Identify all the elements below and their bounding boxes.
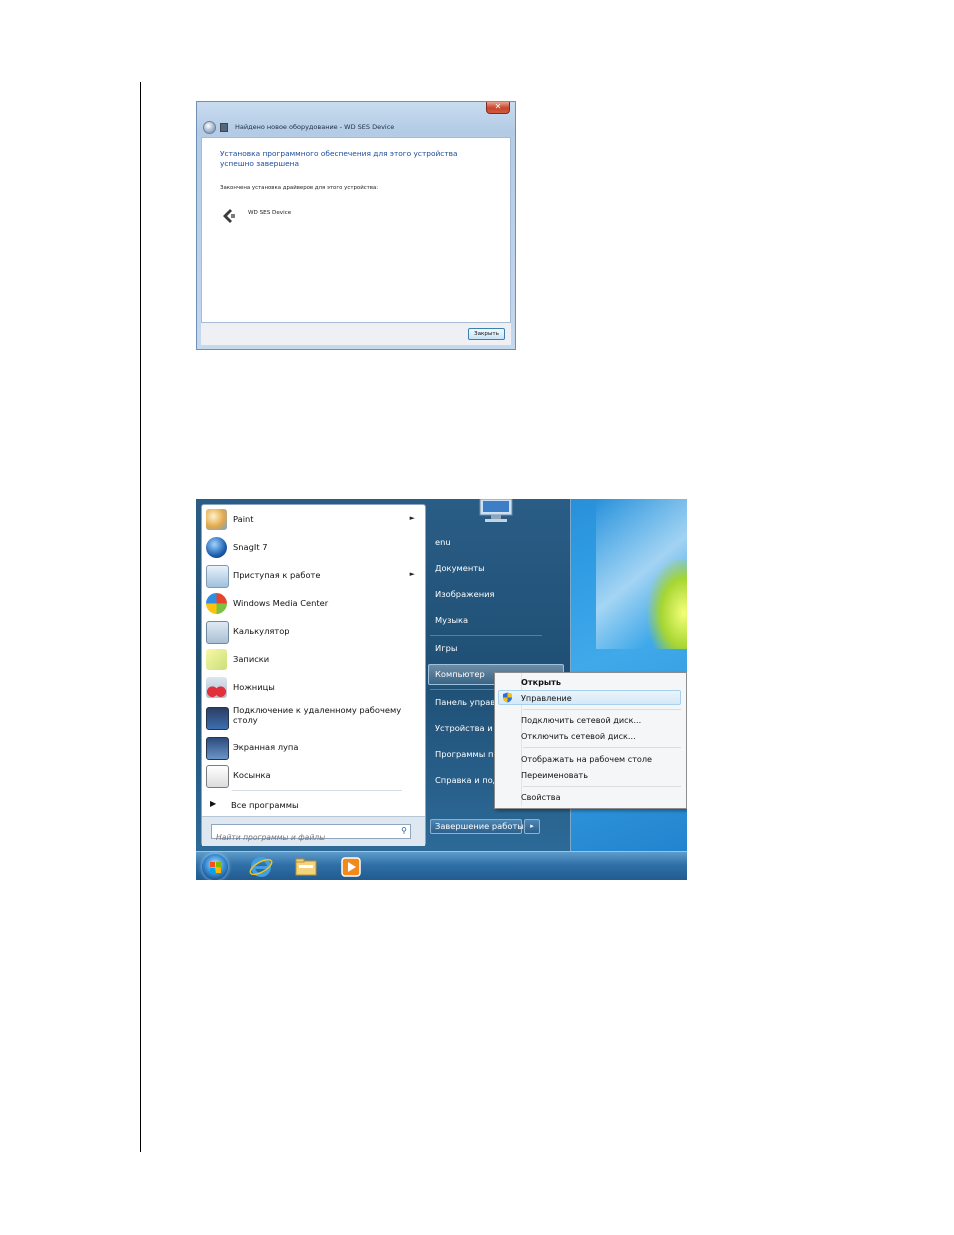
menu-open[interactable]: Открыть — [521, 677, 561, 687]
magnifier-icon — [206, 737, 229, 760]
right-item-user[interactable]: enu — [435, 537, 451, 547]
submenu-arrow-icon: ► — [409, 570, 415, 578]
program-getting-started[interactable]: Приступая к работе ► — [202, 562, 425, 588]
dialog-footer: Закрыть — [201, 323, 511, 345]
window-close-button[interactable]: ✕ — [486, 102, 510, 114]
all-programs-label: Все программы — [231, 800, 299, 810]
computer-context-menu: Открыть Управление Подключить сетевой ди… — [494, 672, 687, 809]
right-item-games[interactable]: Игры — [435, 643, 457, 653]
menu-map-network-drive[interactable]: Подключить сетевой диск... — [521, 715, 641, 725]
program-label: SnagIt 7 — [233, 542, 268, 552]
right-item-devices[interactable]: Устройства и п — [435, 723, 501, 733]
start-orb-icon[interactable] — [202, 854, 228, 880]
taskbar — [196, 851, 687, 880]
program-media-center[interactable]: Windows Media Center — [202, 590, 425, 616]
device-icon — [223, 209, 235, 223]
menu-disconnect-network-drive[interactable]: Отключить сетевой диск... — [521, 731, 636, 741]
internet-explorer-icon[interactable] — [248, 854, 274, 880]
program-solitaire[interactable]: Косынка — [202, 762, 425, 788]
program-label: Windows Media Center — [233, 598, 329, 608]
menu-divider — [523, 747, 681, 748]
program-snagit[interactable]: SnagIt 7 — [202, 534, 425, 560]
getting-started-icon — [206, 565, 229, 588]
program-calculator[interactable]: Калькулятор — [202, 618, 425, 644]
search-area: ⚲ — [202, 816, 425, 846]
device-name: WD SES Device — [248, 210, 292, 216]
page-margin-rule — [140, 82, 141, 1152]
wallpaper-flower — [648, 559, 687, 649]
menu-manage[interactable]: Управление — [521, 693, 572, 703]
install-success-heading: Установка программного обеспечения для э… — [220, 149, 458, 168]
program-label: Paint — [233, 514, 254, 524]
program-label: Калькулятор — [233, 626, 290, 636]
back-arrow-icon[interactable] — [203, 121, 216, 134]
right-item-pictures[interactable]: Изображения — [435, 589, 495, 599]
shutdown-options-button[interactable]: ▸ — [524, 819, 540, 834]
menu-show-on-desktop[interactable]: Отображать на рабочем столе — [521, 754, 652, 764]
media-player-icon[interactable] — [338, 854, 364, 880]
menu-properties[interactable]: Свойства — [521, 792, 561, 802]
calculator-icon — [206, 621, 229, 644]
divider — [232, 790, 402, 791]
sticky-notes-icon — [206, 649, 227, 670]
program-sticky-notes[interactable]: Записки — [202, 646, 425, 672]
play-triangle-icon: ▶ — [210, 799, 217, 808]
program-label: Косынка — [233, 770, 271, 780]
close-dialog-button[interactable]: Закрыть — [468, 328, 505, 340]
right-item-help[interactable]: Справка и под — [435, 775, 498, 785]
programs-pane: Paint ► SnagIt 7 Приступая к работе ► Wi… — [201, 504, 426, 846]
right-item-music[interactable]: Музыка — [435, 615, 468, 625]
drivers-installed-text: Закончена установка драйверов для этого … — [220, 185, 379, 191]
search-box[interactable]: ⚲ — [211, 824, 411, 844]
right-item-documents[interactable]: Документы — [435, 563, 485, 573]
paint-icon — [206, 509, 227, 530]
dialog-title: Найдено новое оборудование - WD SES Devi… — [235, 123, 395, 131]
program-label: Записки — [233, 654, 270, 664]
remote-desktop-icon — [206, 707, 229, 730]
search-icon[interactable]: ⚲ — [401, 826, 407, 835]
right-item-default-programs[interactable]: Программы п — [435, 749, 493, 759]
dialog-content: Установка программного обеспечения для э… — [201, 137, 511, 323]
user-picture-icon[interactable] — [474, 499, 518, 523]
snagit-icon — [206, 537, 227, 558]
submenu-arrow-icon: ► — [409, 514, 415, 522]
program-remote-desktop[interactable]: Подключение к удаленному рабочему столу — [202, 702, 425, 732]
menu-divider — [523, 786, 681, 787]
search-input[interactable] — [212, 831, 391, 844]
menu-rename[interactable]: Переименовать — [521, 770, 588, 780]
right-divider — [430, 635, 542, 636]
program-snipping-tool[interactable]: Ножницы — [202, 674, 425, 700]
uac-shield-icon — [503, 692, 512, 703]
solitaire-icon — [206, 765, 229, 788]
program-label: Приступая к работе — [233, 570, 321, 580]
found-new-hardware-dialog: Найдено новое оборудование - WD SES Devi… — [196, 101, 516, 350]
menu-divider — [523, 709, 681, 710]
scissors-icon — [206, 677, 227, 698]
explorer-folder-icon[interactable] — [293, 854, 319, 880]
right-item-computer[interactable]: Компьютер — [435, 669, 485, 679]
program-label: Ножницы — [233, 682, 275, 692]
program-label: Экранная лупа — [233, 742, 299, 752]
program-label: Подключение к удаленному рабочему столу — [233, 705, 402, 725]
hardware-icon — [220, 123, 228, 132]
program-magnifier[interactable]: Экранная лупа — [202, 734, 425, 760]
start-menu-screenshot: Paint ► SnagIt 7 Приступая к работе ► Wi… — [196, 499, 687, 880]
shutdown-button[interactable]: Завершение работы — [430, 819, 524, 834]
program-paint[interactable]: Paint ► — [202, 506, 425, 532]
media-center-icon — [206, 593, 227, 614]
right-item-control-panel[interactable]: Панель управ — [435, 697, 495, 707]
